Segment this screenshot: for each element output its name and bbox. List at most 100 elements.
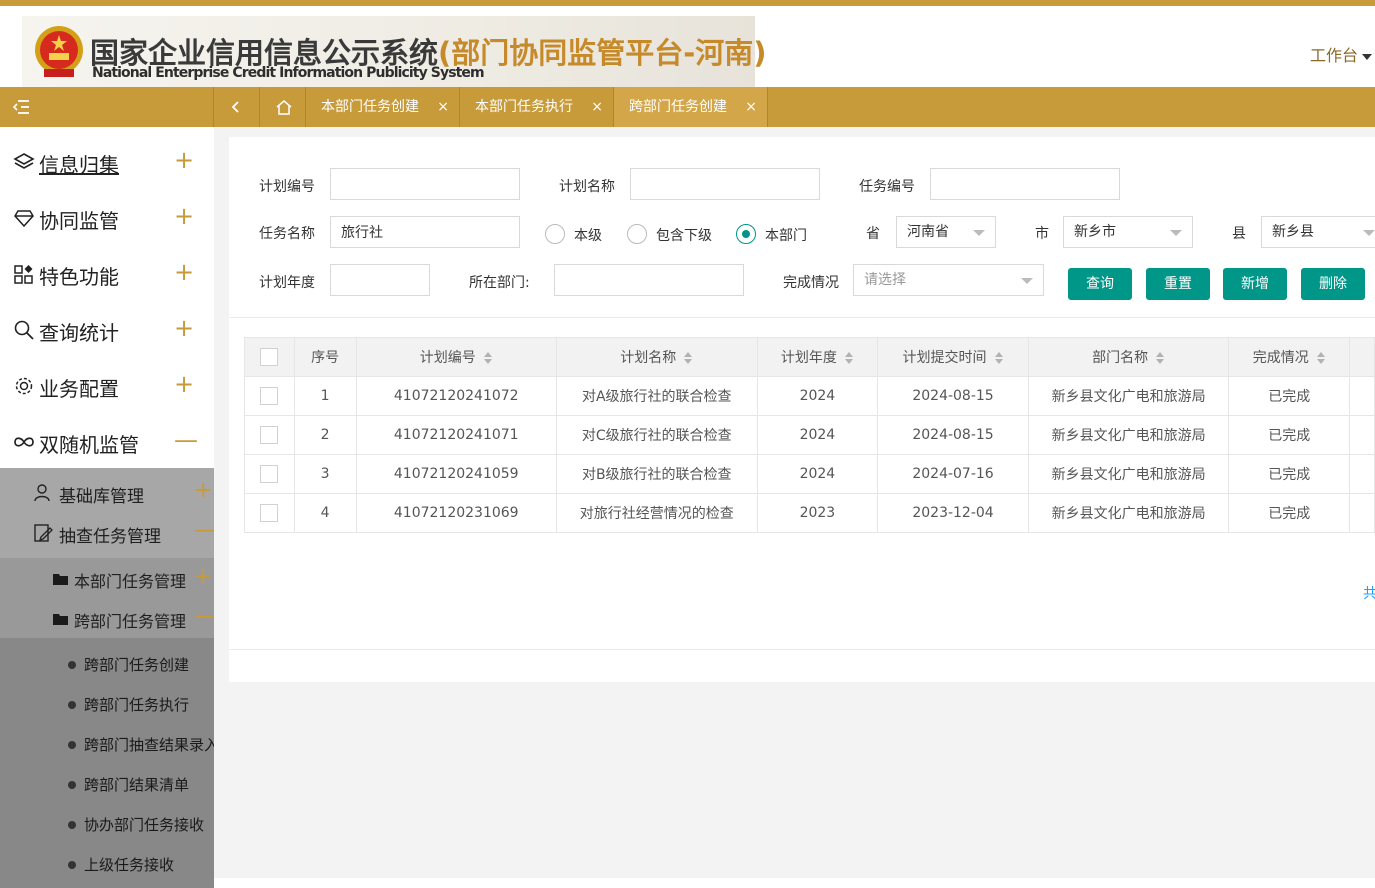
radio-circle [545, 224, 565, 244]
sidebar-item-cross-task-create[interactable]: 跨部门任务创建 [0, 643, 214, 683]
sidebar-item-cross-task-mgmt[interactable]: 跨部门任务管理 — [0, 598, 216, 638]
search-icon [14, 320, 34, 340]
caret-down-icon [1362, 53, 1372, 60]
tab-local-task-create[interactable]: 本部门任务创建 × [306, 87, 460, 127]
cell-index: 4 [293, 493, 357, 533]
county-select[interactable]: 新乡县 [1261, 216, 1375, 248]
col-header-extra [1349, 337, 1375, 377]
status-select[interactable]: 请选择 [853, 264, 1044, 296]
row-checkbox[interactable] [260, 387, 279, 405]
expand-icon[interactable]: + [174, 314, 194, 342]
menu-toggle-button[interactable] [0, 87, 214, 127]
sidebar-item-base-library[interactable]: 基础库管理 + [0, 472, 214, 512]
sidebar-item-superior-task-receive[interactable]: 上级任务接收 [0, 843, 214, 883]
collapse-icon[interactable]: — [194, 518, 216, 543]
expand-icon[interactable]: + [174, 202, 194, 230]
col-header-plan-no[interactable]: 计划编号 [355, 337, 557, 377]
national-emblem-icon [35, 26, 83, 77]
sidebar-item-query-stats[interactable]: 查询统计 + [0, 300, 214, 356]
table-row[interactable]: 2 41072120241071 对C级旅行社的联合检查 2024 2024-0… [244, 415, 1375, 455]
sidebar-item-double-random[interactable]: 双随机监管 — [0, 412, 214, 468]
expand-icon[interactable]: + [194, 564, 212, 589]
expand-icon[interactable]: + [174, 258, 194, 286]
plan-no-input[interactable] [330, 168, 520, 200]
expand-icon[interactable]: + [194, 478, 212, 503]
city-select[interactable]: 新乡市 [1063, 216, 1193, 248]
dropdown-arrow-icon [1363, 230, 1375, 236]
col-header-status[interactable]: 完成情况 [1228, 337, 1351, 377]
collapse-icon[interactable]: — [174, 426, 198, 454]
collapse-icon[interactable]: — [194, 604, 216, 629]
add-button[interactable]: 新增 [1223, 268, 1287, 300]
sidebar-item-info-collection[interactable]: 信息归集 + [0, 132, 214, 188]
select-all-checkbox[interactable] [260, 348, 279, 366]
col-header-dept-name[interactable]: 部门名称 [1027, 337, 1230, 377]
close-icon[interactable]: × [591, 87, 603, 127]
infinity-icon [14, 437, 34, 447]
city-label: 市 [1035, 226, 1049, 242]
sidebar-submenu: 基础库管理 + 抽查任务管理 — 本部门任务管理 + 跨部门任务管理 — 跨部门… [0, 468, 219, 888]
cell-plan-year: 2024 [756, 454, 879, 494]
cell-index: 1 [293, 376, 357, 416]
sidebar-item-local-task-mgmt[interactable]: 本部门任务管理 + [0, 558, 214, 598]
col-header-submit-time[interactable]: 计划提交时间 [877, 337, 1029, 377]
sidebar-item-spot-check-task[interactable]: 抽查任务管理 — [0, 512, 216, 552]
sidebar-item-cross-task-execute[interactable]: 跨部门任务执行 [0, 683, 214, 723]
row-checkbox[interactable] [260, 465, 279, 483]
logo: 国家企业信用信息公示系统(部门协同监管平台-河南) National Enter… [22, 16, 767, 90]
sidebar-item-business-config[interactable]: 业务配置 + [0, 356, 214, 412]
search-panel: 计划编号 计划名称 任务编号 任务名称 本级 包含下级 本部门 省 河南省 市 … [229, 137, 1375, 682]
cell-index: 3 [293, 454, 357, 494]
sort-icon[interactable] [1316, 352, 1326, 364]
cell-dept-name: 新乡县文化广电和旅游局 [1027, 493, 1230, 533]
sidebar-item-cross-result-entry[interactable]: 跨部门抽查结果录入 [0, 723, 219, 763]
sort-icon[interactable] [994, 352, 1004, 364]
close-icon[interactable]: × [745, 87, 757, 127]
sidebar-item-assist-task-receive[interactable]: 协办部门任务接收 [0, 803, 214, 843]
cell-submit-time: 2024-07-16 [877, 454, 1029, 494]
plan-name-input[interactable] [630, 168, 820, 200]
delete-button[interactable]: 删除 [1301, 268, 1365, 300]
task-no-input[interactable] [930, 168, 1120, 200]
col-header-plan-year[interactable]: 计划年度 [756, 337, 879, 377]
province-select[interactable]: 河南省 [896, 216, 996, 248]
tabs-back-button[interactable] [214, 87, 260, 127]
task-name-input[interactable] [330, 216, 520, 248]
sidebar-item-collab-supervision[interactable]: 协同监管 + [0, 188, 214, 244]
sort-icon[interactable] [483, 352, 493, 364]
table-row[interactable]: 4 41072120231069 对旅行社经营情况的检查 2023 2023-1… [244, 493, 1375, 533]
cell-index: 2 [293, 415, 357, 455]
home-tab-button[interactable] [260, 87, 306, 127]
row-checkbox[interactable] [260, 504, 279, 522]
expand-icon[interactable]: + [174, 370, 194, 398]
col-header-plan-name[interactable]: 计划名称 [555, 337, 758, 377]
dept-input[interactable] [554, 264, 744, 296]
select-all-cell [244, 337, 295, 377]
cell-dept-name: 新乡县文化广电和旅游局 [1027, 454, 1230, 494]
cell-submit-time: 2024-08-15 [877, 376, 1029, 416]
cell-plan-no: 41072120241072 [355, 376, 557, 416]
table-row[interactable]: 1 41072120241072 对A级旅行社的联合检查 2024 2024-0… [244, 376, 1375, 416]
folder-icon [53, 614, 68, 625]
expand-icon[interactable]: + [174, 146, 194, 174]
logo-subtitle: National Enterprise Credit Information P… [92, 65, 485, 81]
row-checkbox[interactable] [260, 426, 279, 444]
tab-cross-task-create[interactable]: 跨部门任务创建 × [614, 87, 768, 127]
year-input[interactable] [330, 264, 430, 296]
year-label: 计划年度 [259, 275, 315, 291]
query-button[interactable]: 查询 [1068, 268, 1132, 300]
sidebar-item-cross-result-list[interactable]: 跨部门结果清单 [0, 763, 214, 803]
workbench-menu[interactable]: 工作台 [1310, 42, 1372, 66]
task-table: 序号 计划编号 计划名称 计划年度 计划提交时间 部门名称 完成情况 1 410… [244, 337, 1375, 533]
sort-icon[interactable] [1156, 352, 1165, 364]
tab-local-task-execute[interactable]: 本部门任务执行 × [460, 87, 614, 127]
close-icon[interactable]: × [437, 87, 449, 127]
sort-icon[interactable] [844, 352, 854, 364]
bullet-icon [68, 701, 76, 709]
sidebar-item-features[interactable]: 特色功能 + [0, 244, 214, 300]
main-content: 计划编号 计划名称 任务编号 任务名称 本级 包含下级 本部门 省 河南省 市 … [214, 127, 1375, 878]
table-row[interactable]: 3 41072120241059 对B级旅行社的联合检查 2024 2024-0… [244, 454, 1375, 494]
sort-icon[interactable] [684, 352, 693, 364]
reset-button[interactable]: 重置 [1146, 268, 1210, 300]
apps-icon [14, 265, 33, 284]
